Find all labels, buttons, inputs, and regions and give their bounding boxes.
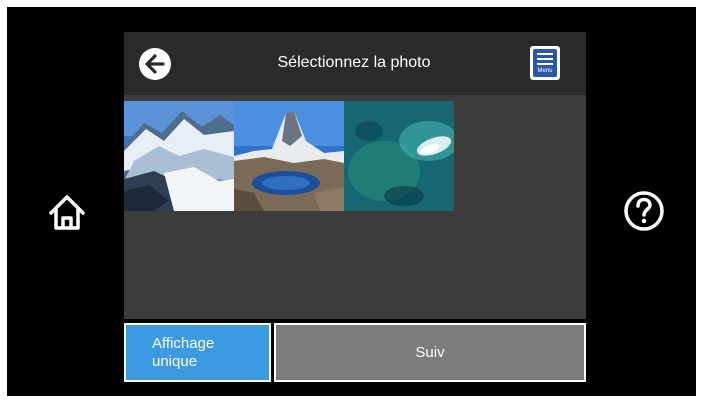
home-icon	[49, 195, 85, 230]
photo-snowy-mountain	[124, 101, 234, 211]
photo-thumbnail[interactable]	[234, 101, 344, 211]
help-button[interactable]	[620, 187, 668, 235]
single-view-label-line1: Affichage	[152, 334, 215, 352]
single-view-button[interactable]: Affichage unique	[124, 323, 271, 382]
page-title: Sélectionnez la photo	[277, 54, 431, 71]
printer-panel: Sélectionnez la photo Menu Affichage uni…	[7, 7, 696, 396]
photo-grid	[124, 95, 586, 319]
home-button[interactable]	[43, 189, 91, 235]
question-mark-icon	[624, 191, 664, 231]
next-button[interactable]: Suiv	[274, 323, 586, 382]
photo-matterhorn-lake	[234, 101, 344, 211]
photo-thumbnail[interactable]	[344, 101, 454, 211]
single-view-label: Affichage unique	[152, 335, 214, 371]
action-bar: Affichage unique Suiv	[124, 319, 586, 382]
lcd-screen: Sélectionnez la photo Menu Affichage uni…	[124, 32, 586, 382]
photo-aerial-sea	[344, 101, 454, 211]
menu-label: Menu	[537, 68, 553, 74]
menu-icon-line	[537, 53, 553, 55]
arrow-left-icon	[145, 54, 165, 74]
back-button[interactable]	[139, 48, 171, 80]
single-view-label-line2: unique	[152, 352, 198, 370]
menu-icon: Menu	[533, 49, 557, 77]
photo-thumbnail[interactable]	[124, 101, 234, 211]
title-bar: Sélectionnez la photo Menu	[124, 32, 586, 95]
menu-icon-line	[537, 63, 553, 65]
menu-button[interactable]: Menu	[530, 46, 560, 80]
menu-icon-line	[537, 58, 553, 60]
